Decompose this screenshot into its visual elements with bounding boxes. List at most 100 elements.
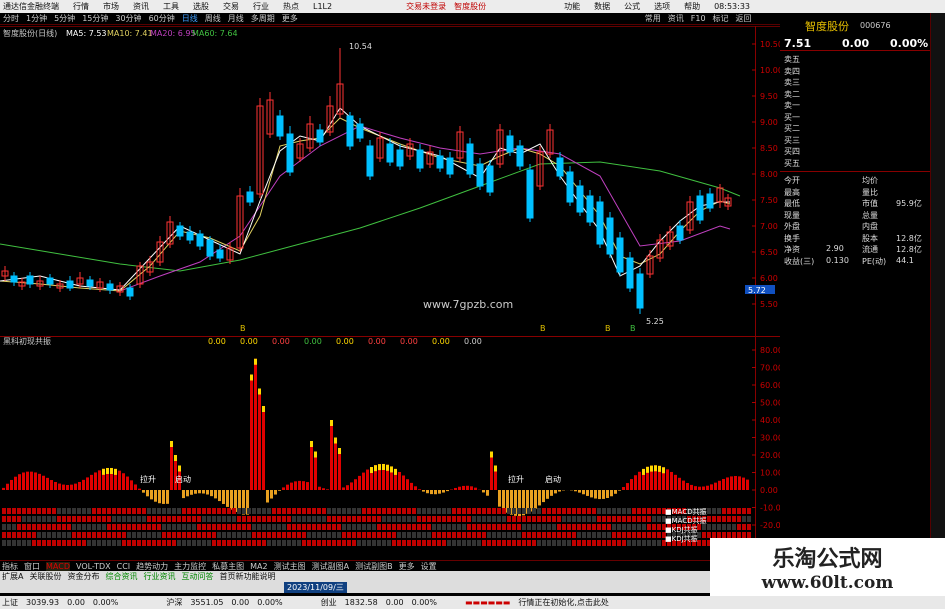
indicator-bar-neg [498, 490, 501, 507]
formula-tab[interactable]: 指标 [2, 561, 18, 572]
signal-strip-cell [347, 508, 351, 514]
menu-hangye[interactable]: 行业 [253, 1, 269, 12]
signal-strip-cell [722, 508, 726, 514]
period-60min[interactable]: 60分钟 [149, 13, 175, 24]
signal-strip-cell [127, 508, 131, 514]
indicator-bar-neg [142, 490, 145, 493]
signal-strip-cell [107, 516, 111, 522]
signal-strip-cell [177, 532, 181, 538]
indicator-bar-pos [86, 477, 89, 490]
menu-zixun[interactable]: 资讯 [133, 1, 149, 12]
signal-strip-cell [617, 524, 621, 530]
tool-biaoji[interactable]: 标记 [713, 13, 729, 24]
signal-strip-cell [2, 516, 6, 522]
menu-gongshi[interactable]: 公式 [624, 1, 640, 12]
stock-name-link[interactable]: 智度股份 [454, 1, 486, 12]
period-1min[interactable]: 1分钟 [26, 13, 47, 24]
extension-tab[interactable]: 行业资讯 [143, 571, 175, 582]
signal-strip-cell [557, 516, 561, 522]
trade-login-link[interactable]: 交易未登录 [406, 1, 446, 12]
formula-tab[interactable]: VOL-TDX [76, 562, 111, 571]
extension-tab[interactable]: 互动问答 [181, 571, 213, 582]
formula-tab[interactable]: 测试主图 [274, 561, 306, 572]
menu-shichang[interactable]: 市场 [103, 1, 119, 12]
menu-gongneng[interactable]: 功能 [564, 1, 580, 12]
signal-strip-cell [417, 508, 421, 514]
signal-strip-cell [457, 524, 461, 530]
index-cy-value: 1832.58 [344, 598, 378, 607]
extension-tab[interactable]: 综合资讯 [105, 571, 137, 582]
indicator-chart[interactable]: 黑科初现共振 0.00 0.00 0.00 0.00 0.00 0.00 0.00 0.00 0… [0, 336, 780, 560]
formula-tab[interactable]: 窗口 [24, 561, 40, 572]
formula-tab[interactable]: 测试副图A [312, 561, 349, 572]
indicator-bar-pos [302, 481, 305, 490]
menu-xuanxiang[interactable]: 选项 [654, 1, 670, 12]
indicator-bar-neg [206, 490, 209, 495]
period-30min[interactable]: 30分钟 [115, 13, 141, 24]
stock-code: 000676 [860, 21, 891, 30]
index-sh-name[interactable]: 上证 [2, 597, 18, 608]
tool-changyong[interactable]: 常用 [645, 13, 661, 24]
extension-tab[interactable]: 首页新功能说明 [219, 571, 275, 582]
period-15min[interactable]: 15分钟 [82, 13, 108, 24]
period-month[interactable]: 月线 [228, 13, 244, 24]
extension-tab[interactable]: 关联股份 [29, 571, 61, 582]
formula-tab[interactable]: MACD [46, 561, 70, 571]
menu-l1l2[interactable]: L1L2 [313, 2, 332, 11]
formula-tab[interactable]: 设置 [421, 561, 437, 572]
menu-shuju[interactable]: 数据 [594, 1, 610, 12]
candlestick-chart[interactable]: 智度股份(日线) MA5: 7.53 MA10: 7.41 MA20: 6.95… [0, 26, 780, 336]
menu-gongju[interactable]: 工具 [163, 1, 179, 12]
formula-tab[interactable]: 测试副图B [355, 561, 393, 572]
formula-tab[interactable]: 主力监控 [174, 561, 206, 572]
signal-strip-cell [242, 540, 246, 546]
period-fenshi[interactable]: 分时 [3, 13, 19, 24]
signal-strip-cell [627, 508, 631, 514]
menu-jiaoyi[interactable]: 交易 [223, 1, 239, 12]
signal-strip-cell [217, 516, 221, 522]
signal-strip-cell [2, 532, 6, 538]
indicator-bar-cap [646, 466, 649, 473]
signal-strip-cell [147, 516, 151, 522]
period-5min[interactable]: 5分钟 [54, 13, 75, 24]
index-cy-name[interactable]: 创业 [321, 597, 337, 608]
signal-strip-cell [12, 540, 16, 546]
signal-strip-cell [417, 532, 421, 538]
tool-zixun[interactable]: 资讯 [668, 13, 684, 24]
formula-tab[interactable]: CCI [117, 562, 131, 571]
signal-strip-cell [177, 508, 181, 514]
period-more[interactable]: 更多 [282, 13, 298, 24]
menu-xuangu[interactable]: 选股 [193, 1, 209, 12]
signal-strip-cell [277, 532, 281, 538]
period-week[interactable]: 周线 [205, 13, 221, 24]
menu-redian[interactable]: 热点 [283, 1, 299, 12]
indicator-bar-pos [310, 441, 313, 490]
indicator-bar-pos [118, 470, 121, 490]
extension-tab[interactable]: 资金分布 [67, 571, 99, 582]
menu-bangzhu[interactable]: 帮助 [684, 1, 700, 12]
tool-f10[interactable]: F10 [691, 14, 706, 23]
formula-tab[interactable]: 趋势动力 [136, 561, 168, 572]
formula-tab[interactable]: MA2 [250, 562, 267, 571]
signal-strip-cell [112, 524, 116, 530]
status-message[interactable]: 行情正在初始化,点击此处 [518, 597, 609, 608]
signal-strip-cell [37, 524, 41, 530]
period-day[interactable]: 日线 [182, 13, 198, 24]
signal-strip-cell [387, 516, 391, 522]
tool-fanhui[interactable]: 返回 [736, 13, 752, 24]
signal-strip-cell [207, 524, 211, 530]
indicator-bar-pos [82, 479, 85, 490]
formula-tab[interactable]: 更多 [399, 561, 415, 572]
menu-hangqing[interactable]: 行情 [73, 1, 89, 12]
signal-strip-cell [212, 516, 216, 522]
candle-down [606, 217, 614, 255]
candle-down [86, 279, 94, 287]
signal-strip-cell [607, 516, 611, 522]
formula-tab[interactable]: 私募主图 [212, 561, 244, 572]
index-hs-name[interactable]: 沪深 [166, 597, 182, 608]
period-multi[interactable]: 多周期 [251, 13, 275, 24]
indicator-bar-cap [258, 388, 261, 395]
signal-strip-cell [7, 540, 11, 546]
quote-panel: 智度股份 000676 7.51 0.00 0.00% 卖五 卖四 卖三 卖二 卖一 买一… [780, 13, 945, 568]
extension-tab[interactable]: 扩展A [2, 571, 23, 582]
